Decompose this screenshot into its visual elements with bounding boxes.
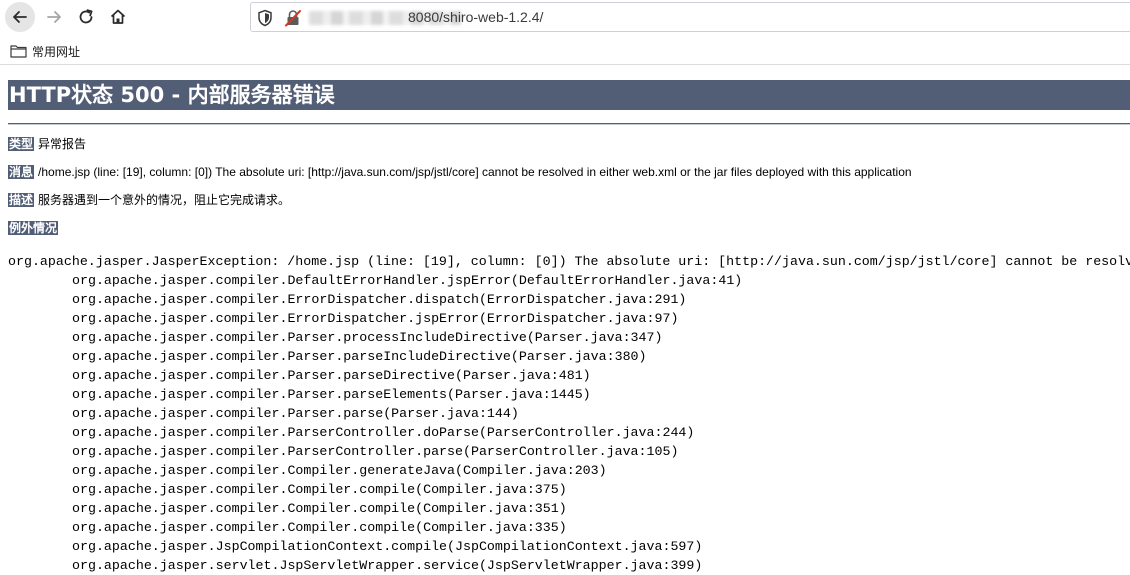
folder-icon — [10, 45, 27, 58]
url-text[interactable]: 8080/shiro-web-1.2.4/ — [408, 9, 543, 25]
browser-toolbar: 8080/shiro-web-1.2.4/ — [0, 0, 1130, 34]
stack-frame: org.apache.jasper.compiler.ErrorDispatch… — [72, 311, 679, 326]
forward-button[interactable] — [40, 3, 68, 31]
exception-label: 例外情况 — [8, 221, 59, 235]
stack-frame: org.apache.jasper.servlet.JspServletWrap… — [72, 558, 703, 573]
insecure-lock-icon[interactable] — [284, 9, 302, 31]
message-value: /home.jsp (line: [19], column: [0]) The … — [38, 165, 912, 179]
stack-frames: org.apache.jasper.compiler.DefaultErrorH… — [8, 271, 1130, 575]
stack-frame: org.apache.jasper.compiler.Parser.parse(… — [72, 406, 519, 421]
description-value: 服务器遇到一个意外的情况，阻止它完成请求。 — [38, 193, 291, 207]
stack-frame: org.apache.jasper.JspCompilationContext.… — [72, 539, 703, 554]
reload-icon — [79, 9, 93, 24]
arrow-left-icon — [13, 11, 27, 23]
arrow-right-icon — [47, 11, 61, 23]
stack-frame: org.apache.jasper.compiler.Parser.parseI… — [72, 349, 647, 364]
bookmark-folder[interactable]: 常用网址 — [10, 41, 80, 61]
stack-frame: org.apache.jasper.compiler.ErrorDispatch… — [72, 292, 687, 307]
message-row: 消息/home.jsp (line: [19], column: [0]) Th… — [8, 163, 912, 181]
stack-frame: org.apache.jasper.compiler.ParserControl… — [72, 444, 679, 459]
stack-frame: org.apache.jasper.compiler.Compiler.comp… — [72, 520, 567, 535]
description-row: 描述 服务器遇到一个意外的情况，阻止它完成请求。 — [8, 191, 290, 209]
stack-frame: org.apache.jasper.compiler.Parser.proces… — [72, 330, 663, 345]
message-label: 消息 — [8, 165, 35, 179]
bookmarks-bar: 常用网址 — [0, 38, 1130, 64]
stack-frame: org.apache.jasper.compiler.Parser.parseE… — [72, 387, 591, 402]
home-icon — [110, 9, 126, 24]
stack-frame: org.apache.jasper.compiler.Compiler.comp… — [72, 501, 567, 516]
type-row: 类型 异常报告 — [8, 135, 86, 153]
page-title: HTTP状态 500 - 内部服务器错误 — [8, 80, 1130, 110]
stack-frame: org.apache.jasper.compiler.DefaultErrorH… — [72, 273, 743, 288]
stack-head: org.apache.jasper.JasperException: /home… — [8, 254, 1130, 269]
type-label: 类型 — [8, 137, 35, 151]
home-button[interactable] — [104, 3, 132, 31]
shield-icon[interactable] — [257, 9, 273, 31]
stack-frame: org.apache.jasper.compiler.Compiler.gene… — [72, 463, 607, 478]
back-button[interactable] — [5, 2, 35, 32]
bookmark-label: 常用网址 — [32, 44, 81, 59]
stack-frame: org.apache.jasper.compiler.Compiler.comp… — [72, 482, 567, 497]
address-bar[interactable]: 8080/shiro-web-1.2.4/ — [250, 2, 1130, 32]
description-label: 描述 — [8, 193, 35, 207]
stack-trace: org.apache.jasper.JasperException: /home… — [8, 252, 1130, 575]
exception-row: 例外情况 — [8, 219, 62, 237]
reload-button[interactable] — [72, 3, 100, 31]
stack-frame: org.apache.jasper.compiler.ParserControl… — [72, 425, 695, 440]
stack-frame: org.apache.jasper.compiler.Parser.parseD… — [72, 368, 591, 383]
title-divider — [8, 123, 1130, 125]
type-value: 异常报告 — [38, 137, 87, 151]
chrome-divider — [0, 64, 1130, 65]
